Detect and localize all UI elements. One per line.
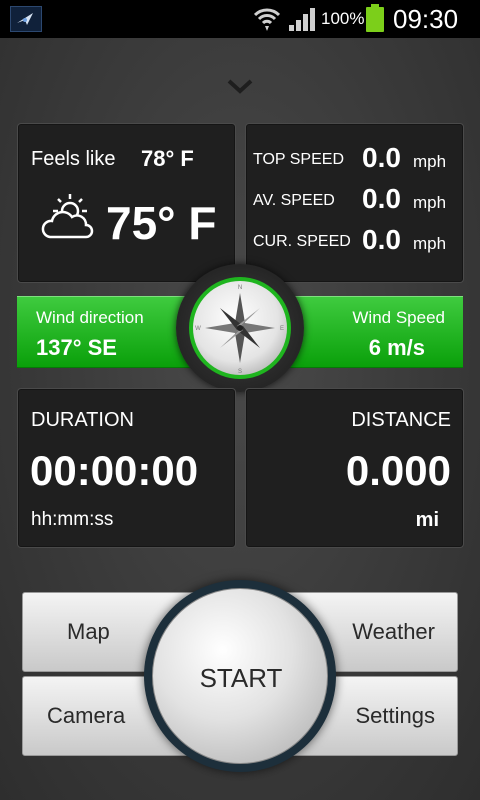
compass[interactable]: N S E W xyxy=(176,264,304,392)
duration-panel: DURATION 00:00:00 hh:mm:ss xyxy=(17,388,236,548)
duration-label: DURATION xyxy=(31,409,134,431)
distance-label: DISTANCE xyxy=(351,409,451,431)
main-screen: Feels like 78° F 75° F TOP SPEED 0.0 mph… xyxy=(0,38,480,800)
map-button-label: Map xyxy=(67,619,110,644)
weather-panel: Feels like 78° F 75° F xyxy=(17,123,236,283)
start-button-label: START xyxy=(199,663,283,693)
speed-panel: TOP SPEED 0.0 mph AV. SPEED 0.0 mph CUR.… xyxy=(245,123,464,283)
feels-like-value: 78° F xyxy=(141,146,194,171)
distance-unit: mi xyxy=(415,509,439,531)
duration-value: 00:00:00 xyxy=(30,447,199,494)
current-speed-value: 0.0 xyxy=(362,224,401,255)
wind-speed-value: 6 m/s xyxy=(368,335,425,360)
current-speed-unit: mph xyxy=(413,234,447,253)
average-speed-row: AV. SPEED 0.0 mph xyxy=(253,183,458,217)
wind-speed-label: Wind Speed xyxy=(352,308,445,327)
camera-button-label: Camera xyxy=(47,703,126,728)
duration-unit: hh:mm:ss xyxy=(31,509,114,530)
chevron-down-icon[interactable] xyxy=(224,76,256,98)
start-button[interactable]: START xyxy=(152,588,328,764)
top-speed-unit: mph xyxy=(413,152,447,171)
average-speed-unit: mph xyxy=(413,193,447,212)
battery-percent: 100% xyxy=(321,9,365,28)
clock: 09:30 xyxy=(393,4,459,34)
distance-panel: DISTANCE 0.000 mi xyxy=(245,388,464,548)
distance-value: 0.000 xyxy=(345,447,451,494)
compass-west-label: W xyxy=(195,326,201,332)
compass-icon: N S E W xyxy=(187,275,293,381)
status-bar: 100% 09:30 xyxy=(0,0,480,38)
top-speed-row: TOP SPEED 0.0 mph xyxy=(253,142,458,176)
wind-direction-label: Wind direction xyxy=(36,308,144,327)
top-speed-label: TOP SPEED xyxy=(253,151,344,168)
compass-north-label: N xyxy=(238,285,242,291)
app-icon xyxy=(10,6,42,32)
battery-icon xyxy=(366,4,384,32)
current-speed-label: CUR. SPEED xyxy=(253,233,351,250)
compass-south-label: S xyxy=(238,369,242,375)
partly-cloudy-icon xyxy=(40,191,96,247)
start-button-ring: START xyxy=(144,580,336,772)
feels-like-label: Feels like xyxy=(31,148,116,170)
average-speed-value: 0.0 xyxy=(362,183,401,214)
top-speed-value: 0.0 xyxy=(362,142,401,173)
temperature: 75° F xyxy=(106,197,217,249)
weather-button-label: Weather xyxy=(352,619,435,644)
wifi-icon xyxy=(253,6,281,32)
average-speed-label: AV. SPEED xyxy=(253,192,335,209)
current-speed-row: CUR. SPEED 0.0 mph xyxy=(253,224,458,258)
signal-icon xyxy=(288,6,318,32)
compass-east-label: E xyxy=(280,326,284,332)
wind-direction-value: 137° SE xyxy=(36,335,117,360)
settings-button-label: Settings xyxy=(355,703,436,728)
